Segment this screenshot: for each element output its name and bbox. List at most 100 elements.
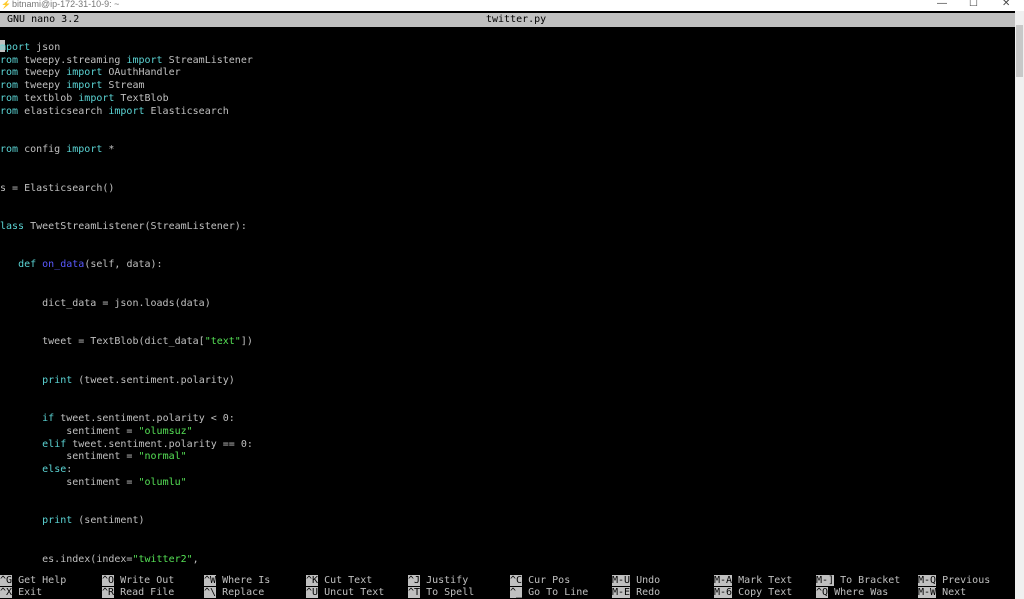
code-line: rom tweepy.streaming import StreamListen… xyxy=(0,54,253,67)
shortcut-key: M-U xyxy=(612,575,631,586)
maximize-button[interactable]: ☐ xyxy=(969,0,978,9)
editor-area[interactable]: mport json rom tweepy.streaming import St… xyxy=(0,27,1015,572)
shortcut-label: Where Is xyxy=(216,575,271,586)
shortcut-key: ^R xyxy=(102,587,115,598)
shortcut-label: Justify xyxy=(420,575,469,586)
shortcut-item[interactable]: ^G Get Help xyxy=(0,575,66,587)
shortcut-item[interactable]: ^Q Where Was xyxy=(816,587,888,599)
code-string: "olumlu" xyxy=(138,477,187,488)
code-string: "normal" xyxy=(138,451,187,463)
shortcut-item[interactable]: M-6 Copy Text xyxy=(714,587,792,599)
shortcut-bar: ^G Get Help ^X Exit ^O Write Out ^R Read Fi… xyxy=(0,575,1015,599)
scrollbar[interactable] xyxy=(1015,11,1024,599)
shortcut-label: Replace xyxy=(216,587,265,598)
shortcut-key: ^G xyxy=(0,575,13,586)
shortcut-item[interactable]: ^W Where Is xyxy=(204,575,270,587)
shortcut-item[interactable]: ^_ Go To Line xyxy=(510,587,588,599)
code-line: print (tweet.sentiment.polarity) xyxy=(0,374,235,387)
shortcut-key: M-A xyxy=(714,575,733,586)
code-line: rom textblob import TextBlob xyxy=(0,92,169,105)
shortcut-item[interactable]: ^\ Replace xyxy=(204,587,264,599)
shortcut-item[interactable]: ^T To Spell xyxy=(408,587,474,599)
code-line: sentiment = "olumsuz" xyxy=(0,425,192,438)
code-line: sentiment = "olumlu" xyxy=(0,476,187,489)
minimize-button[interactable]: — xyxy=(937,0,947,9)
code-line: rom config import * xyxy=(0,143,114,156)
code-keyword: rom xyxy=(0,67,19,79)
shortcut-item[interactable]: ^X Exit xyxy=(0,587,42,599)
code-keyword: lass xyxy=(0,221,25,232)
shortcut-item[interactable]: ^R Read File xyxy=(102,587,174,599)
shortcut-label: Undo xyxy=(630,575,661,586)
code-text: (self, data): xyxy=(84,259,163,271)
code-text: (tweet.sentiment.polarity) xyxy=(72,374,235,386)
code-text: StreamListener xyxy=(162,54,253,66)
code-text: json xyxy=(30,41,61,53)
code-text: TweetStreamListener(StreamListener): xyxy=(24,221,247,232)
code-line: mport json xyxy=(0,41,60,54)
code-text: OAuthHandler xyxy=(102,67,181,79)
shortcut-item[interactable]: ^J Justify xyxy=(408,575,468,587)
shortcut-label: Uncut Text xyxy=(318,587,385,598)
putty-icon: ⚡ xyxy=(1,0,11,9)
code-keyword: elif xyxy=(42,438,67,450)
shortcut-item[interactable]: ^K Cut Text xyxy=(306,575,372,587)
code-line: rom elasticsearch import Elasticsearch xyxy=(0,105,229,118)
code-keyword: rom xyxy=(0,105,19,117)
shortcut-key: ^J xyxy=(408,575,421,586)
shortcut-item[interactable]: M-U Undo xyxy=(612,575,660,587)
shortcut-key: ^X xyxy=(0,587,13,598)
code-text: es.index(index= xyxy=(0,553,133,565)
code-text: tweet = TextBlob(dict_data[ xyxy=(0,336,205,348)
code-line: sentiment = "normal" xyxy=(0,450,187,463)
shortcut-item[interactable]: ^O Write Out xyxy=(102,575,174,587)
code-line: rom tweepy import Stream xyxy=(0,79,145,92)
code-function: on_data xyxy=(42,259,85,271)
code-line: print (sentiment) xyxy=(0,514,145,527)
shortcut-item[interactable]: M-] To Bracket xyxy=(816,575,900,587)
scrollbar-thumb[interactable] xyxy=(1016,25,1023,77)
shortcut-label: Read File xyxy=(114,587,175,598)
shortcut-item[interactable]: M-A Mark Text xyxy=(714,575,792,587)
code-text: sentiment = xyxy=(0,451,139,463)
nano-version: GNU nano 3.2 xyxy=(7,14,80,25)
shortcut-key: M-E xyxy=(612,587,631,598)
shortcut-label: Get Help xyxy=(12,575,67,586)
code-line: s = Elasticsearch() xyxy=(0,182,114,195)
shortcut-item[interactable]: ^C Cur Pos xyxy=(510,575,570,587)
shortcut-label: Previous xyxy=(936,575,991,586)
shortcut-item[interactable]: M-Q Previous xyxy=(918,575,990,587)
shortcut-label: Exit xyxy=(12,587,43,598)
code-keyword: import xyxy=(78,93,115,104)
shortcut-label: To Spell xyxy=(420,587,475,598)
shortcut-key: ^W xyxy=(204,575,217,586)
shortcut-key: M-] xyxy=(816,575,835,586)
window-title-bar: ⚡ bitnami@ip-172-31-10-9: ~ — ☐ ✕ xyxy=(0,0,1024,11)
code-line: lass TweetStreamListener(StreamListener)… xyxy=(0,220,247,233)
code-text: : xyxy=(66,464,73,476)
shortcut-key: ^Q xyxy=(816,587,829,598)
code-text: * xyxy=(102,144,115,156)
code-line: tweet = TextBlob(dict_data["text"]) xyxy=(0,335,253,348)
close-button[interactable]: ✕ xyxy=(1002,0,1010,9)
code-line: if tweet.sentiment.polarity < 0: xyxy=(0,412,235,425)
code-keyword: else xyxy=(42,464,67,476)
code-text: sentiment = xyxy=(0,425,139,437)
code-text: config xyxy=(18,144,67,156)
code-text: (sentiment) xyxy=(72,515,145,527)
code-keyword: import xyxy=(66,80,103,92)
shortcut-label: Mark Text xyxy=(732,575,793,586)
shortcut-item[interactable]: M-W Next xyxy=(918,587,966,599)
shortcut-item[interactable]: M-E Redo xyxy=(612,587,660,599)
shortcut-key: ^_ xyxy=(510,587,523,598)
code-keyword: import xyxy=(66,144,103,156)
code-text: dict_data = json.loads(data) xyxy=(0,297,211,309)
nano-header: GNU nano 3.2 twitter.py xyxy=(0,13,1015,27)
code-text: tweet.sentiment.polarity < 0: xyxy=(54,413,235,424)
shortcut-item[interactable]: ^U Uncut Text xyxy=(306,587,384,599)
